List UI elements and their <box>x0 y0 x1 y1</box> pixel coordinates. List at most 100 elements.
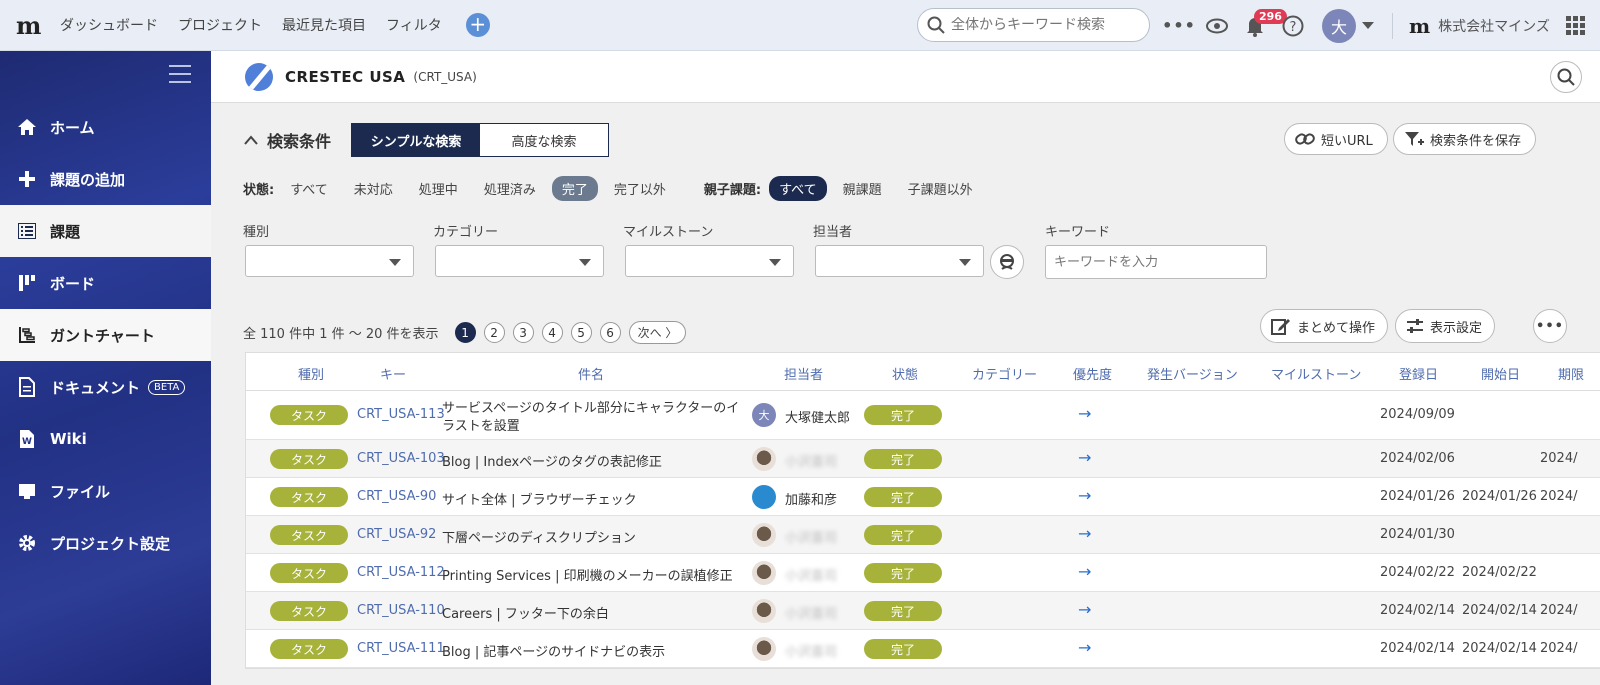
issue-subject-line2[interactable]: ラストを設置 <box>442 415 520 434</box>
user-avatar[interactable]: 大 <box>1322 8 1356 43</box>
menu-icon[interactable] <box>169 65 191 89</box>
board-icon <box>16 272 38 294</box>
sidebar-item-gantt[interactable]: ガントチャート <box>0 309 211 361</box>
help-icon[interactable]: ? <box>1274 7 1312 45</box>
project-name[interactable]: CRESTEC USA <box>285 68 405 86</box>
issue-key[interactable]: CRT_USA-113 <box>357 407 445 422</box>
parent-option-all[interactable]: すべて <box>769 176 827 201</box>
col-type[interactable]: 種別 <box>298 364 324 383</box>
project-search-button[interactable] <box>1550 61 1582 93</box>
sidebar-item-document[interactable]: ドキュメント BETA <box>0 361 211 413</box>
watch-icon[interactable] <box>1198 7 1236 45</box>
priority-normal-icon: → <box>1078 600 1092 619</box>
issue-key[interactable]: CRT_USA-103 <box>357 451 445 466</box>
sidebar-item-home[interactable]: ホーム <box>0 101 211 153</box>
advanced-search-tab[interactable]: 高度な検索 <box>480 124 609 156</box>
status-filter: 状態: すべて 未対応 処理中 処理済み 完了 完了以外 親子課題: すべて 親… <box>243 176 999 201</box>
assign-myself-button[interactable] <box>990 245 1024 279</box>
col-priority[interactable]: 優先度 <box>1073 364 1112 383</box>
table-row[interactable]: タスク CRT_USA-90 サイト全体 | ブラウザーチェック 加藤和彦 完了 → 202… <box>246 478 1600 516</box>
col-assignee[interactable]: 担当者 <box>784 364 823 383</box>
status-option-closed[interactable]: 完了 <box>551 176 598 201</box>
milestone-select[interactable] <box>625 245 794 277</box>
more-actions-button[interactable]: ••• <box>1533 309 1567 343</box>
issue-subject[interactable]: Printing Services | 印刷機のメーカーの誤植修正 <box>442 565 733 584</box>
issue-key[interactable]: CRT_USA-112 <box>357 565 445 580</box>
col-category[interactable]: カテゴリー <box>972 364 1037 383</box>
company-name[interactable]: 株式会社マインズ <box>1438 16 1550 36</box>
chevron-down-icon[interactable] <box>1362 22 1374 29</box>
col-key[interactable]: キー <box>380 364 406 383</box>
table-row[interactable]: タスク CRT_USA-111 Blog | 記事ページのサイドナビの表示 小沢喜司 完… <box>246 630 1600 668</box>
col-due[interactable]: 期限 <box>1558 364 1584 383</box>
nav-dashboard[interactable]: ダッシュボード <box>60 15 158 35</box>
global-search[interactable] <box>917 8 1150 42</box>
type-select[interactable] <box>245 245 414 277</box>
col-version[interactable]: 発生バージョン <box>1147 364 1238 383</box>
page-6[interactable]: 6 <box>599 322 621 343</box>
status-option-in-progress[interactable]: 処理中 <box>419 179 458 198</box>
status-option-not-closed[interactable]: 完了以外 <box>614 179 666 198</box>
assignee-select[interactable] <box>815 245 984 277</box>
sidebar-item-add-issue[interactable]: 課題の追加 <box>0 153 211 205</box>
add-icon[interactable]: + <box>465 13 490 37</box>
app-logo[interactable]: m <box>16 11 44 40</box>
simple-search-tab[interactable]: シンプルな検索 <box>352 124 481 156</box>
page-3[interactable]: 3 <box>512 322 534 343</box>
parent-option-not-child[interactable]: 子課題以外 <box>908 179 973 198</box>
svg-text:?: ? <box>1290 20 1297 35</box>
nav-recent[interactable]: 最近見た項目 <box>282 15 366 35</box>
next-page-button[interactable]: 次へ 〉 <box>628 321 687 344</box>
col-milestone[interactable]: マイルストーン <box>1271 364 1361 383</box>
sidebar-item-issues[interactable]: 課題 <box>0 205 211 257</box>
sidebar-item-wiki[interactable]: W Wiki <box>0 413 211 465</box>
table-row[interactable]: タスク CRT_USA-103 Blog | Indexページのタグの表記修正 小沢喜… <box>246 440 1600 478</box>
status-option-resolved[interactable]: 処理済み <box>484 179 536 198</box>
more-icon[interactable]: ••• <box>1160 7 1198 45</box>
table-row[interactable]: タスク CRT_USA-110 Careers | フッター下の余白 小沢喜司 完了 → 2… <box>246 592 1600 630</box>
bell-icon[interactable]: 296 <box>1236 7 1287 45</box>
search-conditions-title[interactable]: 検索条件 <box>267 128 331 152</box>
issue-key[interactable]: CRT_USA-90 <box>357 489 436 504</box>
display-settings-button[interactable]: 表示設定 <box>1395 309 1496 343</box>
sidebar-item-project-settings[interactable]: プロジェクト設定 <box>0 517 211 569</box>
nav-filter[interactable]: フィルタ <box>386 15 442 35</box>
col-status[interactable]: 状態 <box>892 364 918 383</box>
page-2[interactable]: 2 <box>483 322 505 343</box>
short-url-button[interactable]: 短いURL <box>1284 123 1388 155</box>
nav-projects[interactable]: プロジェクト <box>178 15 262 35</box>
issue-subject[interactable]: サービスページのタイトル部分にキャラクターのイ <box>442 397 739 416</box>
issue-subject[interactable]: 下層ページのディスクリプション <box>442 527 636 546</box>
global-search-input[interactable] <box>951 17 1131 33</box>
sidebar-item-files[interactable]: ファイル <box>0 465 211 517</box>
table-row[interactable]: タスク CRT_USA-92 下層ページのディスクリプション 小沢喜司 完了 → 2024/… <box>246 516 1600 554</box>
sidebar-item-board[interactable]: ボード <box>0 257 211 309</box>
status-option-open[interactable]: 未対応 <box>354 179 393 198</box>
issue-subject[interactable]: Careers | フッター下の余白 <box>442 603 609 622</box>
result-count: 全 110 件中 1 件 ～ 20 件を表示 <box>243 327 439 342</box>
col-start[interactable]: 開始日 <box>1481 364 1520 383</box>
parent-option-parent[interactable]: 親課題 <box>843 179 882 198</box>
keyword-input[interactable] <box>1045 245 1267 279</box>
issue-subject[interactable]: サイト全体 | ブラウザーチェック <box>442 489 637 508</box>
bulk-edit-button[interactable]: まとめて操作 <box>1260 309 1389 343</box>
assignee-avatar: 大 <box>752 403 776 427</box>
table-row[interactable]: タスク CRT_USA-113 サービスページのタイトル部分にキャラクターのイ ラスト… <box>246 391 1600 440</box>
type-badge: タスク <box>270 405 348 425</box>
status-option-all[interactable]: すべて <box>290 179 328 198</box>
chevron-up-icon[interactable] <box>243 134 259 146</box>
issue-key[interactable]: CRT_USA-92 <box>357 527 436 542</box>
page-5[interactable]: 5 <box>570 322 592 343</box>
issue-key[interactable]: CRT_USA-111 <box>357 641 445 656</box>
page-4[interactable]: 4 <box>541 322 563 343</box>
issue-subject[interactable]: Blog | 記事ページのサイドナビの表示 <box>442 641 665 660</box>
apps-grid-icon[interactable] <box>1565 16 1585 35</box>
issue-key[interactable]: CRT_USA-110 <box>357 603 445 618</box>
table-row[interactable]: タスク CRT_USA-112 Printing Services | 印刷機のメー… <box>246 554 1600 592</box>
category-select[interactable] <box>435 245 604 277</box>
save-search-button[interactable]: 検索条件を保存 <box>1393 123 1537 155</box>
issue-subject[interactable]: Blog | Indexページのタグの表記修正 <box>442 451 662 470</box>
col-created[interactable]: 登録日 <box>1399 364 1438 383</box>
col-subject[interactable]: 件名 <box>578 364 604 383</box>
page-1[interactable]: 1 <box>454 322 476 343</box>
